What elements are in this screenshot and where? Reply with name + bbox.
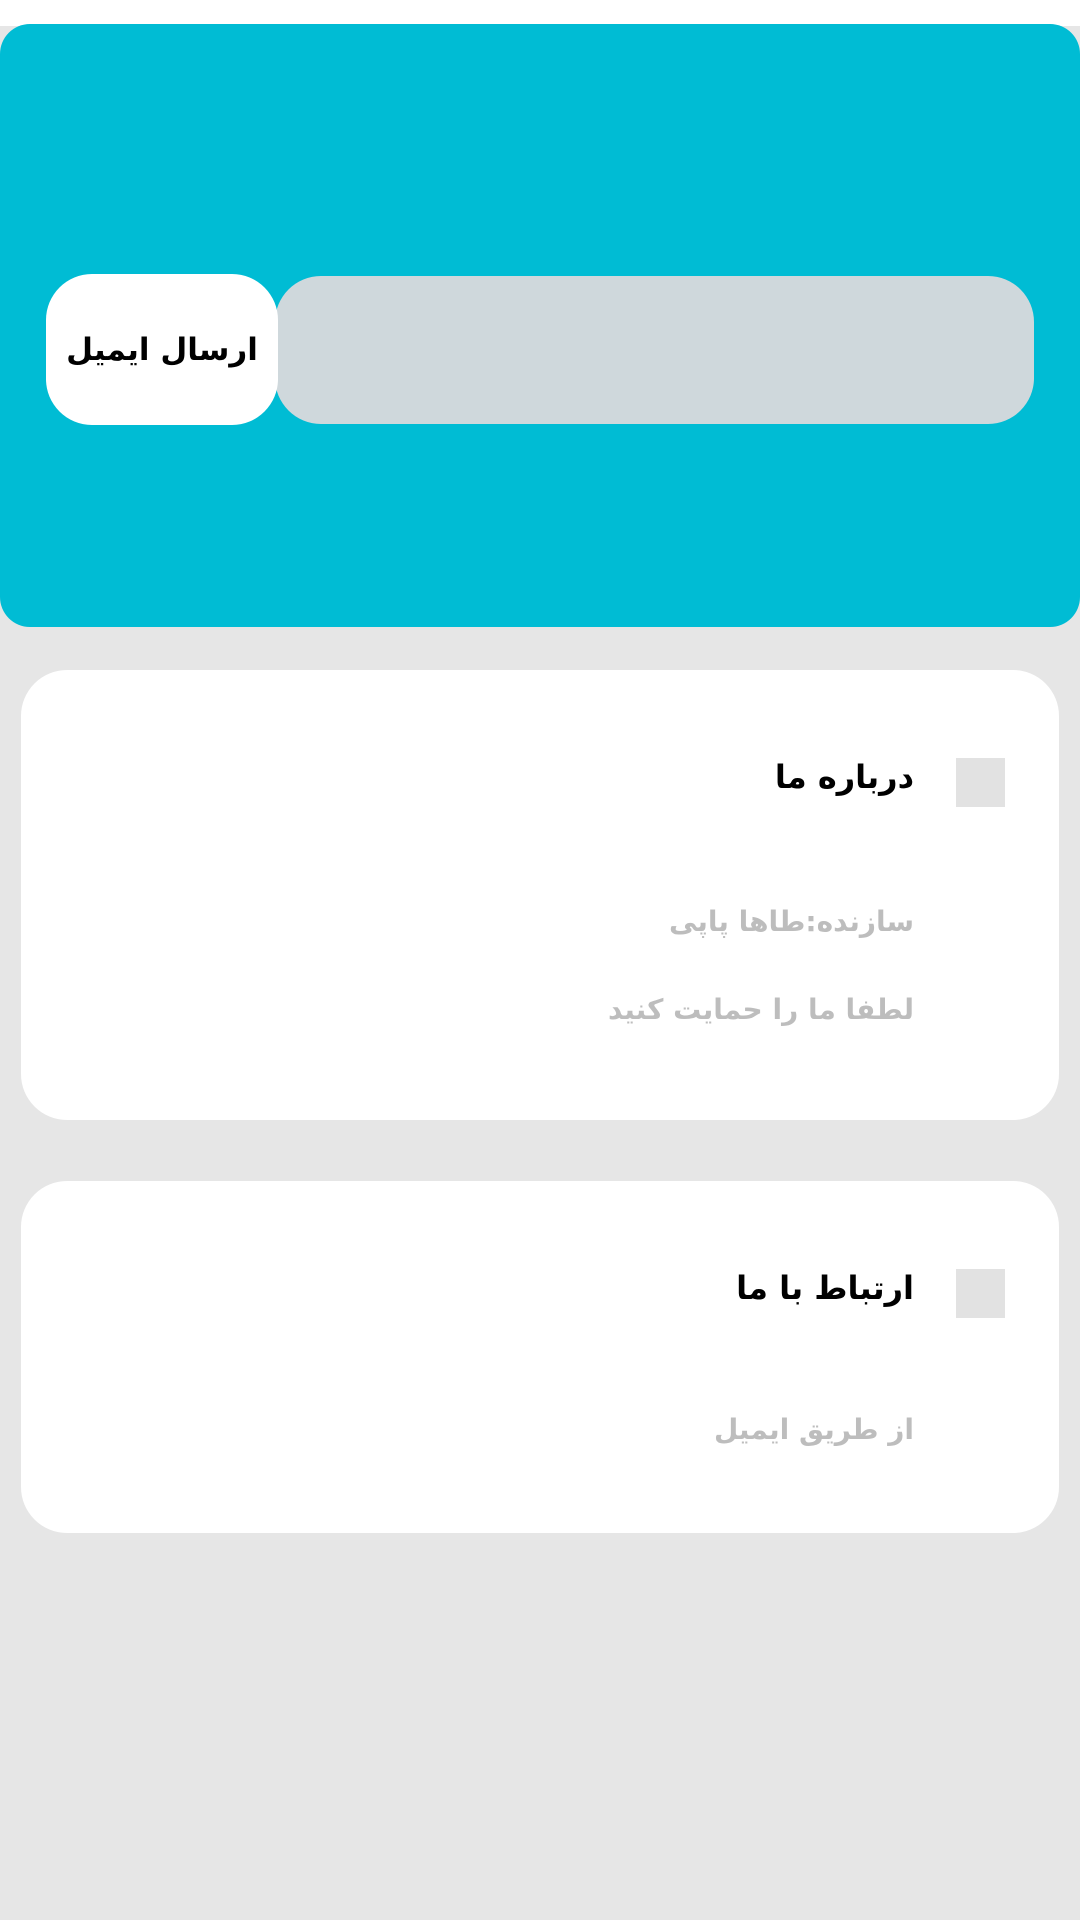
email-header-panel: ارسال ایمیل (0, 24, 1080, 627)
about-title: درباره ما (774, 758, 914, 796)
contact-card: ارتباط با ما از طریق ایمیل (21, 1181, 1059, 1533)
send-email-button[interactable]: ارسال ایمیل (46, 274, 278, 425)
creator-text: سازنده:طاها پاپی (668, 905, 914, 938)
contact-icon (956, 1269, 1005, 1318)
contact-title: ارتباط با ما (736, 1269, 914, 1307)
status-bar (0, 0, 1080, 26)
email-input[interactable] (275, 276, 1034, 424)
contact-via-email[interactable]: از طریق ایمیل (714, 1413, 914, 1446)
support-link[interactable]: لطفا ما را حمایت کنید (608, 993, 914, 1026)
info-icon (956, 758, 1005, 807)
about-card: درباره ما سازنده:طاها پاپی لطفا ما را حم… (21, 670, 1059, 1120)
